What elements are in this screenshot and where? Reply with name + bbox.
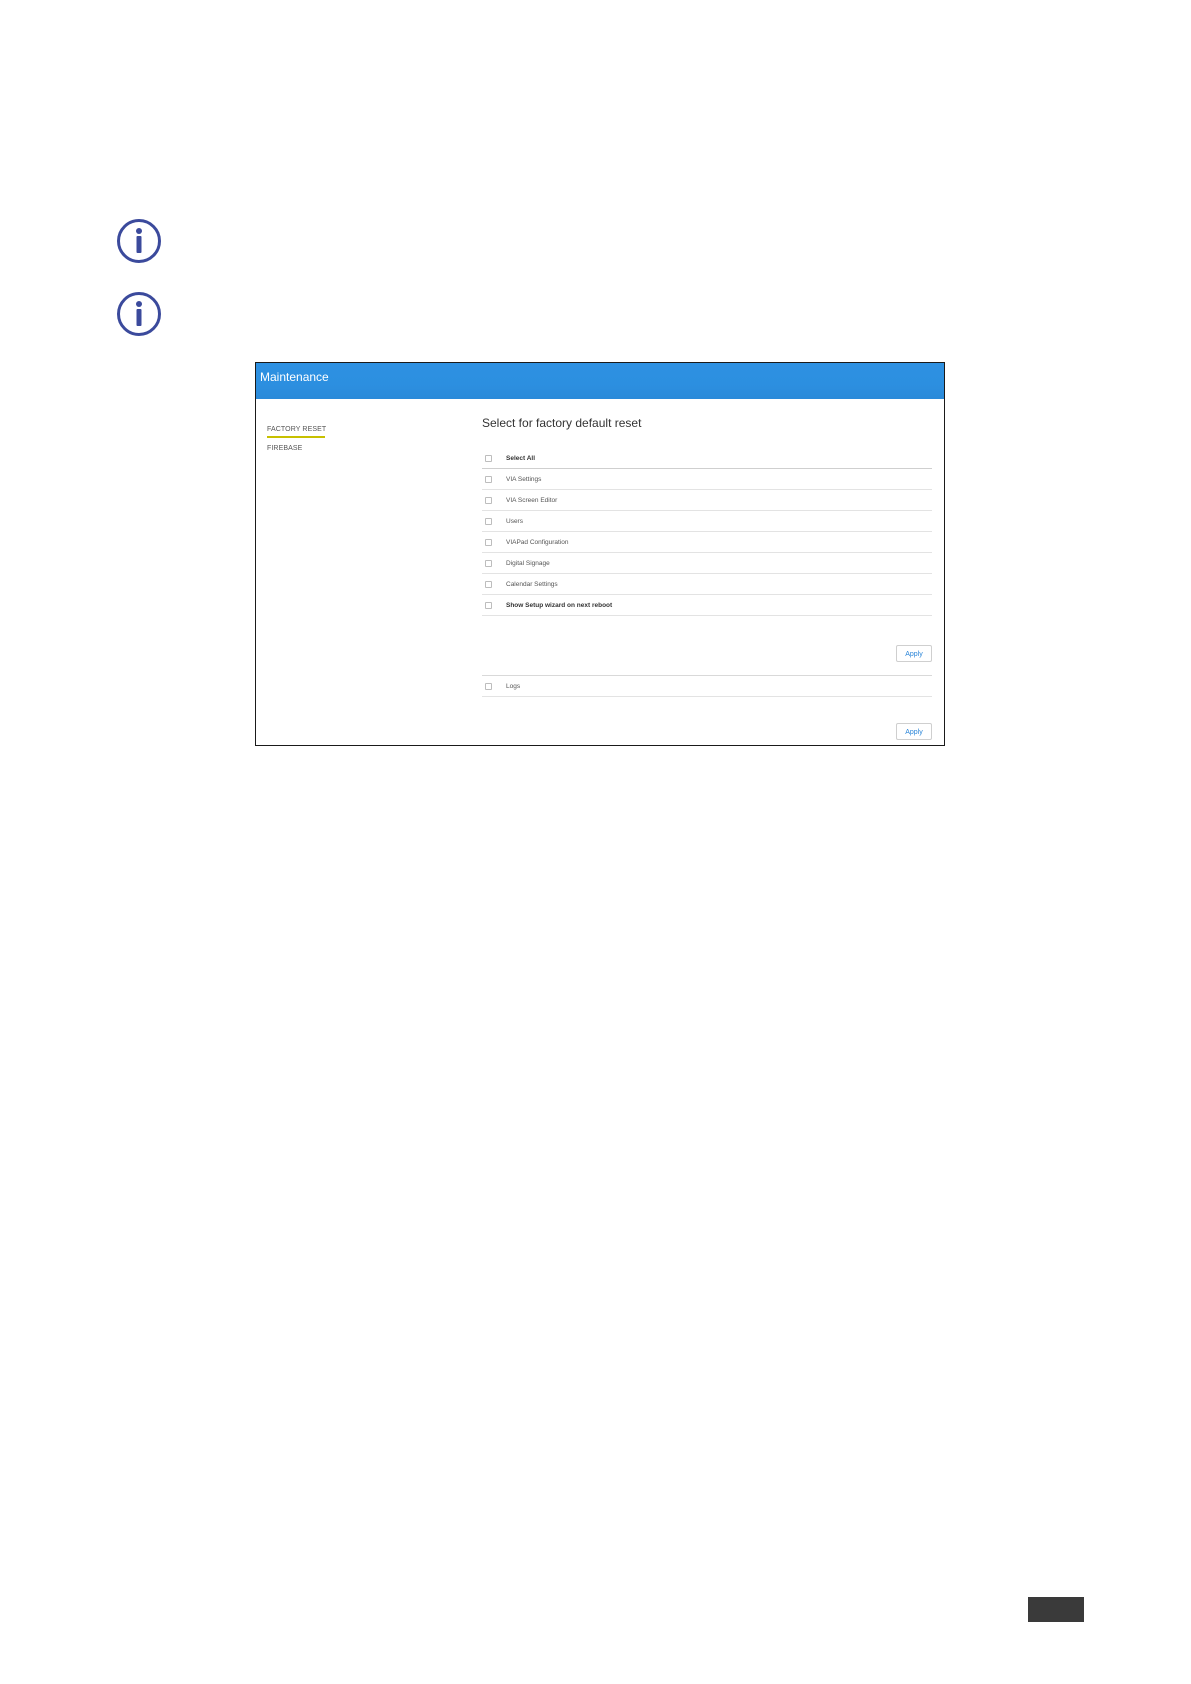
sidebar-item-firebase[interactable]: FIREBASE	[267, 443, 407, 462]
option-calendar-settings: Calendar Settings	[482, 574, 932, 595]
via-settings-checkbox[interactable]	[485, 475, 492, 483]
sidebar-item-label: FIREBASE	[267, 445, 303, 452]
sidebar: FACTORY RESET FIREBASE	[267, 424, 407, 462]
option-logs: Logs	[482, 676, 932, 697]
option-label: Select All	[506, 454, 536, 462]
option-digital-signage: Digital Signage	[482, 553, 932, 574]
page-title: Maintenance	[260, 370, 329, 384]
option-show-setup-wizard: Show Setup wizard on next reboot	[482, 595, 932, 616]
page-number-tab	[1028, 1597, 1084, 1622]
option-label: Logs	[506, 682, 521, 690]
viapad-configuration-checkbox[interactable]	[485, 538, 492, 546]
calendar-settings-checkbox[interactable]	[485, 580, 492, 588]
via-screen-editor-checkbox[interactable]	[485, 496, 492, 504]
option-label: VIA Settings	[506, 475, 542, 483]
option-via-settings: VIA Settings	[482, 469, 932, 490]
option-label: VIAPad Configuration	[506, 538, 569, 546]
info-icon	[116, 291, 162, 337]
option-label: VIA Screen Editor	[506, 496, 558, 504]
option-label: Show Setup wizard on next reboot	[506, 601, 613, 609]
apply-button[interactable]: Apply	[896, 645, 932, 662]
factory-reset-panel: Select for factory default reset Select …	[482, 416, 932, 740]
select-all-checkbox[interactable]	[485, 454, 492, 462]
info-icon	[116, 218, 162, 264]
digital-signage-checkbox[interactable]	[485, 559, 492, 567]
sidebar-item-factory-reset[interactable]: FACTORY RESET	[267, 424, 407, 443]
option-select-all: Select All	[482, 448, 932, 469]
option-label: Calendar Settings	[506, 580, 558, 588]
maintenance-header: Maintenance	[256, 363, 944, 399]
users-checkbox[interactable]	[485, 517, 492, 525]
logs-checkbox[interactable]	[485, 682, 492, 690]
show-setup-wizard-checkbox[interactable]	[485, 601, 492, 609]
option-via-screen-editor: VIA Screen Editor	[482, 490, 932, 511]
maintenance-screenshot: Maintenance FACTORY RESET FIREBASE Selec…	[255, 362, 945, 746]
option-users: Users	[482, 511, 932, 532]
sidebar-item-label: FACTORY RESET	[267, 426, 327, 433]
option-label: Digital Signage	[506, 559, 550, 567]
option-label: Users	[506, 517, 523, 525]
section-title: Select for factory default reset	[482, 416, 642, 430]
logs-apply-button[interactable]: Apply	[896, 723, 932, 740]
option-viapad-configuration: VIAPad Configuration	[482, 532, 932, 553]
